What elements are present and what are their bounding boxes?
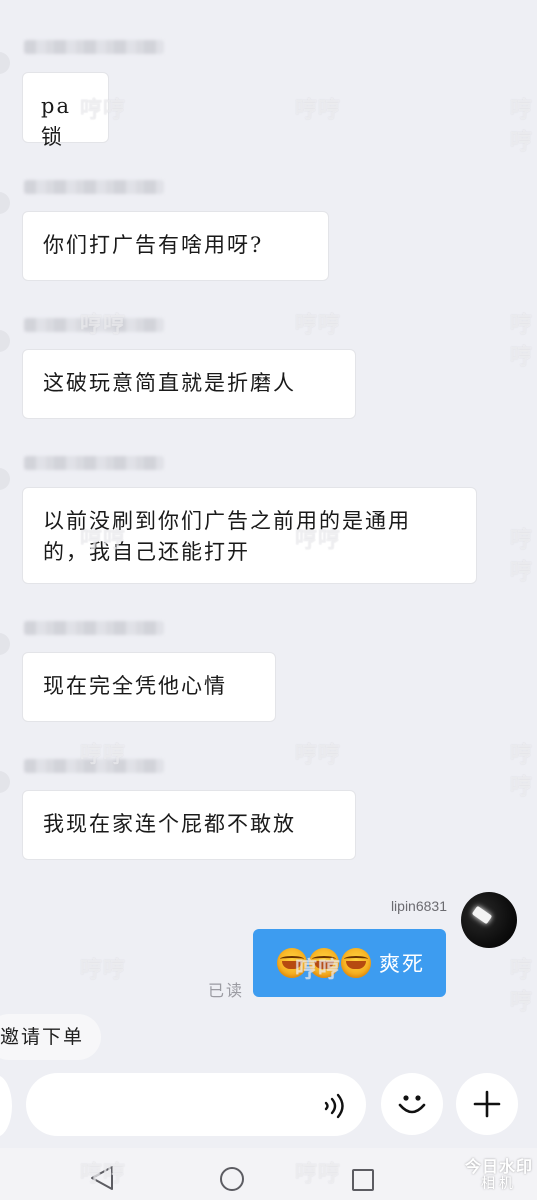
watermark: 哼哼 [295, 743, 342, 768]
self-message-text: 爽死 [379, 952, 425, 976]
watermark: 哼哼 [510, 528, 534, 585]
message-input[interactable] [26, 1073, 366, 1136]
sender-name-blurred [24, 180, 164, 194]
home-circle-icon[interactable] [220, 1167, 244, 1191]
camera-watermark: 今日水印 相机 [464, 1157, 533, 1193]
left-action-button[interactable] [0, 1075, 12, 1137]
sender-avatar[interactable] [0, 330, 10, 352]
smiley-icon [398, 1095, 426, 1114]
self-avatar[interactable] [461, 892, 517, 948]
message-bubble[interactable]: 现在完全凭他心情 [22, 652, 276, 722]
message-text: 你们打广告有啥用呀? [43, 233, 264, 257]
recent-square-icon[interactable] [352, 1169, 374, 1191]
sender-name-blurred [24, 40, 164, 54]
sender-avatar[interactable] [0, 468, 10, 490]
laughing-tears-emoji-icon [277, 948, 307, 978]
sender-avatar[interactable] [0, 192, 10, 214]
message-text: 这破玩意简直就是折磨人 [43, 371, 296, 395]
read-status: 已读 [208, 981, 245, 1000]
sender-avatar[interactable] [0, 633, 10, 655]
watermark: 哼哼 [295, 98, 342, 123]
message-text: 现在完全凭他心情 [43, 674, 227, 698]
laughing-tears-emoji-icon [309, 948, 339, 978]
plus-button[interactable] [456, 1073, 518, 1135]
watermark: 哼哼 [295, 1162, 342, 1187]
plus-icon [473, 1090, 501, 1118]
message-text: pa锁 [41, 94, 71, 149]
chat-area: pa锁 你们打广告有啥用呀? 这破玩意简直就是折磨人 以前没刷到你们广告之前用的… [0, 0, 537, 1070]
watermark: 哼哼 [510, 313, 534, 370]
back-triangle-icon[interactable] [88, 1164, 116, 1192]
watermark: 哼哼 [80, 958, 127, 983]
sender-name-blurred [24, 759, 164, 773]
laughing-tears-emoji-icon [341, 948, 371, 978]
watermark: 哼哼 [510, 958, 534, 1015]
self-message-bubble[interactable]: 爽死 [253, 929, 446, 997]
sender-avatar[interactable] [0, 52, 10, 74]
message-bubble[interactable]: 我现在家连个屁都不敢放 [22, 790, 356, 860]
message-bubble[interactable]: 以前没刷到你们广告之前用的是通用的，我自己还能打开 [22, 487, 477, 584]
invite-order-chip[interactable]: 邀请下单 [0, 1014, 101, 1060]
emoji-button[interactable] [381, 1073, 443, 1135]
sender-name-blurred [24, 621, 164, 635]
message-text: 我现在家连个屁都不敢放 [43, 812, 296, 836]
input-bar [0, 1072, 537, 1138]
system-navigation-bar: 哼哼 哼哼 [0, 1148, 537, 1200]
avatar-glint [471, 905, 493, 925]
camera-watermark-line2: 相机 [480, 1176, 517, 1192]
camera-watermark-line1: 今日水印 [464, 1157, 533, 1176]
message-bubble[interactable]: pa锁 [22, 72, 109, 149]
watermark: 哼哼 [510, 98, 534, 155]
message-bubble[interactable]: 这破玩意简直就是折磨人 [22, 349, 356, 419]
watermark: 哼哼 [295, 313, 342, 338]
sender-name-blurred [24, 456, 164, 470]
voice-wave-icon[interactable] [322, 1092, 352, 1120]
message-text: 以前没刷到你们广告之前用的是通用的，我自己还能打开 [43, 509, 411, 564]
self-sender-name: lipin6831 [390, 898, 447, 914]
sender-avatar[interactable] [0, 771, 10, 793]
sender-name-blurred [24, 318, 164, 332]
message-bubble[interactable]: 你们打广告有啥用呀? [22, 211, 329, 281]
watermark: 哼哼 [510, 743, 534, 800]
